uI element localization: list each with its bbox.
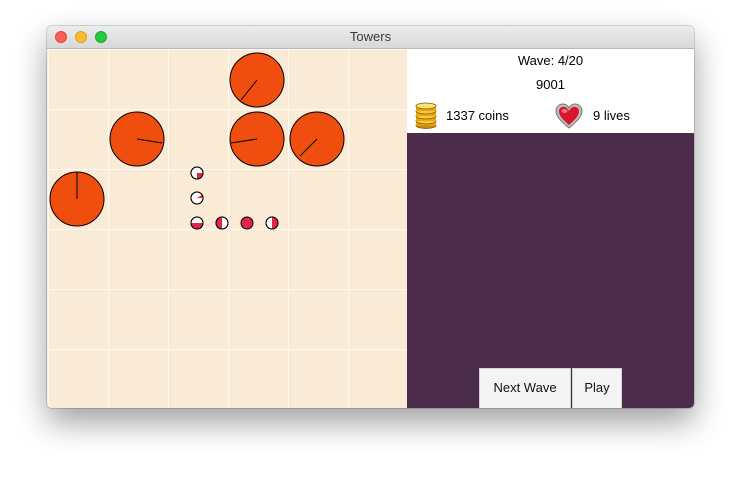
app-window: Towers Wave: 4/20 9001 1337 coins 9 live… [47,26,694,408]
coins-label: 1337 coins [446,108,509,123]
tower[interactable] [229,111,285,167]
enemy [215,216,229,230]
heart-icon [554,102,584,135]
wave-counter: Wave: 4/20 [517,53,584,68]
tower[interactable] [49,171,105,227]
enemy [190,166,204,180]
title-bar[interactable]: Towers [47,26,694,49]
window-title: Towers [349,29,392,44]
enemy [190,216,204,230]
coin-stack-icon [414,102,438,135]
side-panel: Wave: 4/20 9001 1337 coins 9 lives Next … [407,49,694,408]
stats-area: Wave: 4/20 9001 1337 coins 9 lives [407,49,694,133]
tower[interactable] [109,111,165,167]
enemy [265,216,279,230]
tower[interactable] [229,52,285,108]
play-button[interactable]: Play [572,368,622,408]
next-wave-button[interactable]: Next Wave [479,368,571,408]
score-value: 9001 [536,77,565,92]
shop-area [407,133,694,408]
lives-label: 9 lives [593,108,630,123]
board-canvas [49,52,345,230]
enemy [240,216,254,230]
tower[interactable] [289,111,345,167]
enemy [190,191,204,205]
game-board[interactable] [47,49,407,408]
